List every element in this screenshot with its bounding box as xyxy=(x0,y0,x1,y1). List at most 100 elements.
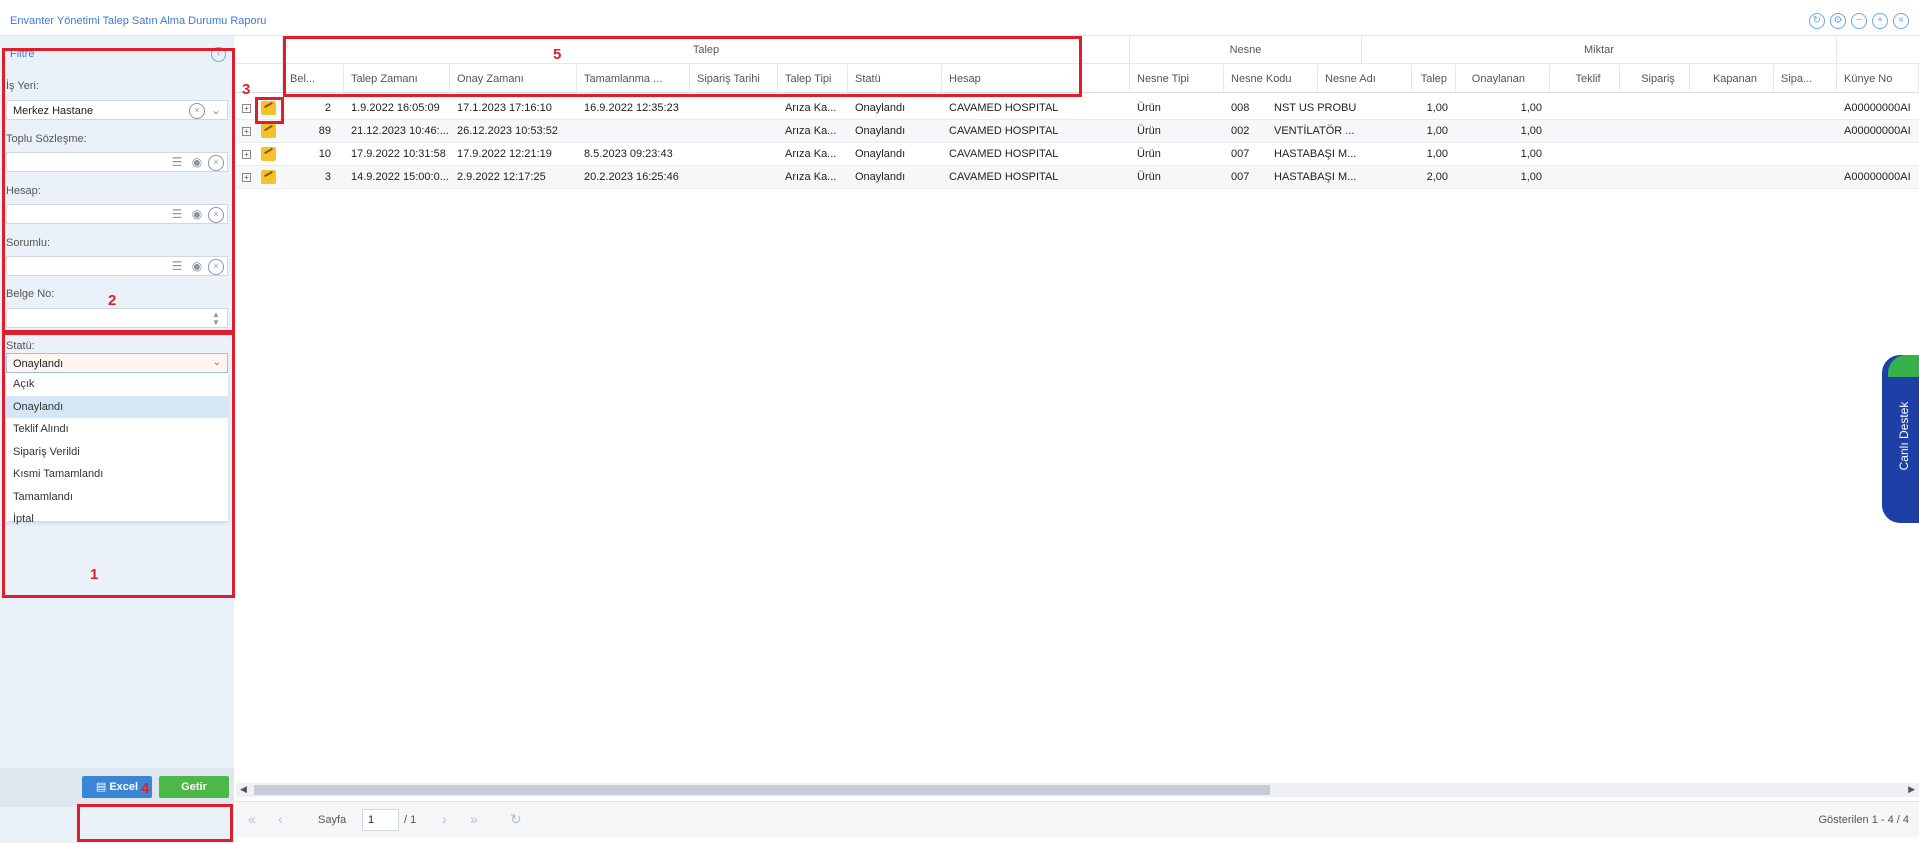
table-row[interactable]: + 89 21.12.2023 10:46:... 26.12.2023 10:… xyxy=(236,120,1919,143)
cell: 2,00 xyxy=(1426,171,1448,183)
window-titlebar: Envanter Yönetimi Talep Satın Alma Durum… xyxy=(0,0,1919,36)
last-page-icon[interactable]: » xyxy=(470,811,478,827)
table-row[interactable]: + 2 1.9.2022 16:05:09 17.1.2023 17:16:10… xyxy=(236,97,1919,120)
col-header[interactable]: Sipariş xyxy=(1620,65,1690,93)
cell: Onaylandı xyxy=(855,148,906,160)
col-header[interactable]: Künye No xyxy=(1837,65,1919,93)
support-cap xyxy=(1888,355,1919,377)
cell: NST US PROBU xyxy=(1274,102,1357,114)
pager: « ‹ Sayfa 1 / 1 › » ↻ Gösterilen 1 - 4 /… xyxy=(236,801,1919,837)
cell: Arıza Ka... xyxy=(785,125,837,137)
cell: 8.5.2023 09:23:43 xyxy=(584,148,673,160)
first-page-icon[interactable]: « xyxy=(248,811,256,827)
sayfa-label: Sayfa xyxy=(318,814,347,826)
gear-icon[interactable]: ⚙ xyxy=(1830,13,1846,29)
annotation-number: 2 xyxy=(108,292,117,309)
cell: 2.9.2022 12:17:25 xyxy=(457,171,546,183)
annotation-number: 4 xyxy=(141,780,150,797)
cell: 1,00 xyxy=(1426,125,1448,137)
group-miktar: Miktar xyxy=(1362,36,1837,64)
col-header[interactable]: Nesne Kodu xyxy=(1224,65,1318,93)
cell: VENTİLATÖR ... xyxy=(1274,125,1355,137)
cell: 14.9.2022 15:00:0... xyxy=(351,171,449,183)
cell: 1,00 xyxy=(1520,125,1542,137)
cell: Arıza Ka... xyxy=(785,148,837,160)
cell: 3 xyxy=(324,171,331,183)
next-page-icon[interactable]: › xyxy=(442,811,447,827)
cell: 20.2.2023 16:25:46 xyxy=(584,171,679,183)
annotation-box-3 xyxy=(255,97,284,124)
getir-button[interactable]: Getir xyxy=(159,776,229,798)
live-support-tab[interactable]: Canlı Destek xyxy=(1882,355,1919,523)
col-header[interactable]: Kapanan xyxy=(1690,65,1774,93)
cell: CAVAMED HOSPITAL xyxy=(949,148,1059,160)
cell: 17.9.2022 10:31:58 xyxy=(351,148,446,160)
cell: Arıza Ka... xyxy=(785,102,837,114)
cell: 2 xyxy=(324,102,331,114)
cell: Onaylandı xyxy=(855,102,906,114)
col-header[interactable]: Teklif xyxy=(1550,65,1620,93)
cell: HASTABAŞI M... xyxy=(1274,171,1357,183)
cell: Ürün xyxy=(1137,125,1161,137)
cell: 1,00 xyxy=(1520,171,1542,183)
cell: A00000000AI xyxy=(1844,102,1911,114)
cell: A00000000AI xyxy=(1844,171,1911,183)
paging-info: Gösterilen 1 - 4 / 4 xyxy=(1818,814,1910,826)
page-input[interactable]: 1 xyxy=(362,809,399,831)
horizontal-scrollbar[interactable]: ◀ ▶ xyxy=(236,783,1919,797)
scroll-right-icon[interactable]: ▶ xyxy=(1908,784,1915,795)
cell xyxy=(577,120,690,143)
cell: 26.12.2023 10:53:52 xyxy=(457,125,558,137)
scrollbar-thumb[interactable] xyxy=(254,785,1270,795)
cell: Ürün xyxy=(1137,148,1161,160)
cell: CAVAMED HOSPITAL xyxy=(949,125,1059,137)
cell: 1.9.2022 16:05:09 xyxy=(351,102,440,114)
minimize-icon[interactable]: − xyxy=(1851,13,1867,29)
prev-page-icon[interactable]: ‹ xyxy=(278,811,283,827)
cell: Ürün xyxy=(1137,171,1161,183)
table-row[interactable]: + 3 14.9.2022 15:00:0... 2.9.2022 12:17:… xyxy=(236,166,1919,189)
cell: 1,00 xyxy=(1520,102,1542,114)
col-header[interactable]: Onaylanan xyxy=(1456,65,1550,93)
refresh-icon[interactable]: ↻ xyxy=(510,811,522,828)
maximize-icon[interactable]: + xyxy=(1872,13,1888,29)
table-row[interactable]: + 10 17.9.2022 10:31:58 17.9.2022 12:21:… xyxy=(236,143,1919,166)
expand-icon[interactable]: + xyxy=(242,173,251,182)
annotation-box-4 xyxy=(77,804,233,842)
edit-icon[interactable] xyxy=(261,124,276,138)
cell: Arıza Ka... xyxy=(785,171,837,183)
cell xyxy=(690,120,778,143)
annotation-box-1 xyxy=(2,332,235,598)
col-header[interactable]: Sipa... xyxy=(1774,65,1837,93)
support-label: Canlı Destek xyxy=(1897,401,1911,471)
annotation-number: 5 xyxy=(553,46,562,63)
annotation-box-5 xyxy=(283,36,1082,97)
cell: CAVAMED HOSPITAL xyxy=(949,171,1059,183)
annotation-number: 3 xyxy=(242,81,251,98)
cell: Onaylandı xyxy=(855,125,906,137)
cell: HASTABAŞI M... xyxy=(1274,148,1357,160)
cell: 10 xyxy=(318,148,331,160)
cell xyxy=(690,166,778,189)
col-header[interactable]: Talep xyxy=(1362,65,1456,93)
expand-icon[interactable]: + xyxy=(242,150,251,159)
cell: 1,00 xyxy=(1520,148,1542,160)
edit-icon[interactable] xyxy=(261,147,276,161)
cell: Onaylandı xyxy=(855,171,906,183)
expand-icon[interactable]: + xyxy=(242,127,251,136)
edit-icon[interactable] xyxy=(261,170,276,184)
expand-icon[interactable]: + xyxy=(242,104,251,113)
scroll-left-icon[interactable]: ◀ xyxy=(240,784,247,795)
cell xyxy=(690,97,778,120)
cell: 89 xyxy=(318,125,331,137)
cell: 1,00 xyxy=(1426,148,1448,160)
col-header[interactable]: Nesne Tipi xyxy=(1130,65,1224,93)
page-total: / 1 xyxy=(404,814,417,826)
cell: CAVAMED HOSPITAL xyxy=(949,102,1059,114)
close-icon[interactable]: × xyxy=(1893,13,1909,29)
cell: 16.9.2022 12:35:23 xyxy=(584,102,679,114)
window-title: Envanter Yönetimi Talep Satın Alma Durum… xyxy=(10,15,267,27)
refresh-icon[interactable]: ↻ xyxy=(1809,13,1825,29)
excel-icon: ▤ xyxy=(95,781,110,793)
cell: 21.12.2023 10:46:... xyxy=(351,125,449,137)
